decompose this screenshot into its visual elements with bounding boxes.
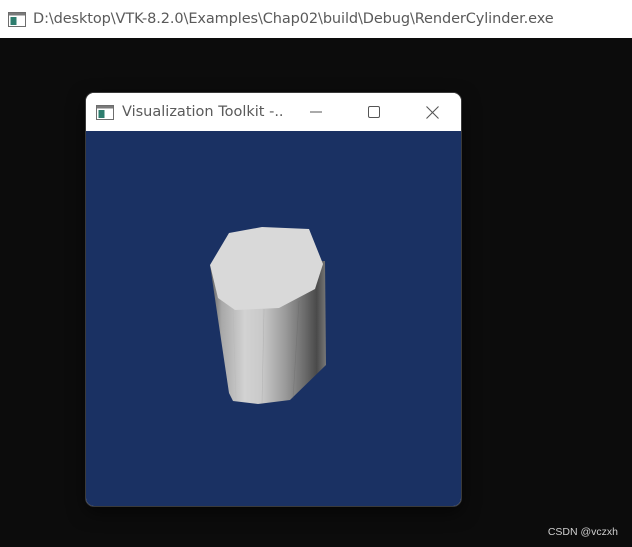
console-titlebar[interactable]: D:\desktop\VTK-8.2.0\Examples\Chap02\bui… — [0, 0, 632, 38]
cylinder-scene — [210, 227, 326, 405]
window-controls — [287, 93, 461, 131]
render-viewport[interactable] — [86, 131, 461, 506]
maximize-icon — [368, 106, 380, 118]
vtk-window-title: Visualization Toolkit -... — [122, 104, 282, 120]
vtk-render-window[interactable]: Visualization Toolkit -... — [86, 93, 461, 506]
watermark: CSDN @vczxh — [547, 526, 618, 538]
minimize-icon — [310, 111, 322, 113]
close-icon — [425, 105, 439, 119]
maximize-button[interactable] — [345, 93, 403, 131]
minimize-button[interactable] — [287, 93, 345, 131]
vtk-app-icon — [96, 104, 114, 120]
console-app-icon — [8, 11, 26, 27]
vtk-window-titlebar[interactable]: Visualization Toolkit -... — [86, 93, 461, 131]
close-button[interactable] — [403, 93, 461, 131]
console-window-title: D:\desktop\VTK-8.2.0\Examples\Chap02\bui… — [33, 11, 554, 27]
